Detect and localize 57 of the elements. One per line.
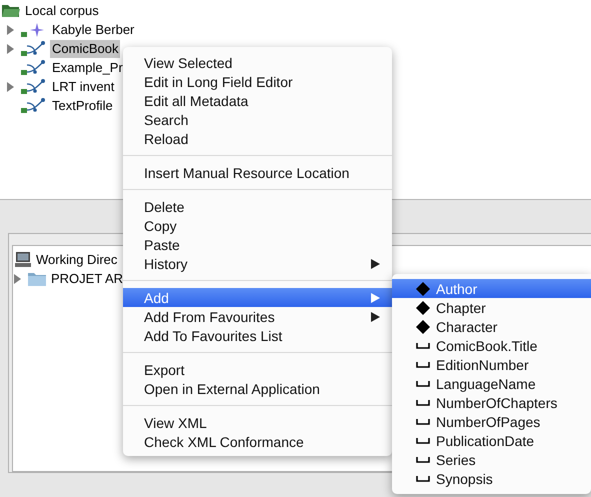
submenu-item[interactable]: Character (392, 317, 591, 336)
diamond-icon (416, 300, 430, 314)
field-icon (416, 438, 430, 444)
tree-root[interactable]: Working Direc (34, 250, 120, 268)
expand-arrow-icon[interactable] (6, 82, 15, 92)
field-icon (416, 476, 430, 482)
profile-icon (21, 78, 47, 95)
menu-item[interactable]: Add From Favourites (123, 307, 392, 326)
field-icon (416, 456, 430, 462)
tree-item[interactable]: Kabyle Berber (50, 20, 136, 38)
menu-item[interactable]: History (123, 254, 392, 273)
submenu-item[interactable]: NumberOfChapters (392, 393, 591, 412)
submenu-item[interactable]: Chapter (392, 298, 591, 317)
tree-item[interactable]: LRT invent (50, 78, 116, 96)
menu-item[interactable]: Insert Manual Resource Location (123, 163, 392, 182)
field-icon (416, 342, 430, 348)
menu-item[interactable]: View Selected (123, 53, 392, 72)
submenu-item[interactable]: ComicBook.Title (392, 336, 591, 355)
profile-icon (21, 59, 47, 76)
menu-item[interactable]: Delete (123, 197, 392, 216)
submenu-item[interactable]: Author (392, 279, 591, 298)
field-icon (416, 400, 430, 406)
menu-item[interactable]: View XML (123, 413, 392, 432)
submenu-item[interactable]: PublicationDate (392, 431, 591, 450)
menu-item[interactable]: Copy (123, 216, 392, 235)
menu-item[interactable]: Check XML Conformance (123, 432, 392, 451)
tree-item[interactable]: Example_Pr (50, 58, 125, 76)
tree-item[interactable]: ComicBook (50, 40, 120, 58)
computer-icon (15, 252, 31, 267)
submenu-item[interactable]: Synopsis (392, 469, 591, 488)
submenu-arrow-icon (371, 258, 380, 268)
folder-icon (2, 4, 20, 17)
menu-item[interactable]: Search (123, 110, 392, 129)
field-icon (416, 380, 430, 386)
diamond-icon (416, 282, 430, 296)
folder-icon (28, 272, 46, 286)
field-icon (416, 418, 430, 424)
menu-item[interactable]: Export (123, 360, 392, 379)
submenu-item[interactable]: EditionNumber (392, 355, 591, 374)
tree-root[interactable]: Local corpus (23, 2, 101, 20)
profile-icon (21, 40, 47, 57)
menu-item[interactable]: Edit in Long Field Editor (123, 72, 392, 91)
diamond-icon (416, 320, 430, 334)
menu-item[interactable]: Reload (123, 129, 392, 148)
menu-item[interactable]: Add To Favourites List (123, 326, 392, 345)
menu-item[interactable]: Paste (123, 235, 392, 254)
field-icon (416, 362, 430, 368)
submenu-item[interactable]: LanguageName (392, 374, 591, 393)
menu-item[interactable]: Edit all Metadata (123, 91, 392, 110)
menu-item[interactable]: Open in External Application (123, 379, 392, 398)
expand-arrow-icon[interactable] (13, 274, 22, 284)
menu-item[interactable]: Add (123, 288, 392, 307)
submenu-item[interactable]: NumberOfPages (392, 412, 591, 431)
tree-item[interactable]: PROJET AR (49, 270, 126, 288)
profile-icon (21, 97, 47, 114)
tree-item[interactable]: TextProfile (50, 96, 115, 114)
submenu-item[interactable]: Series (392, 450, 591, 469)
